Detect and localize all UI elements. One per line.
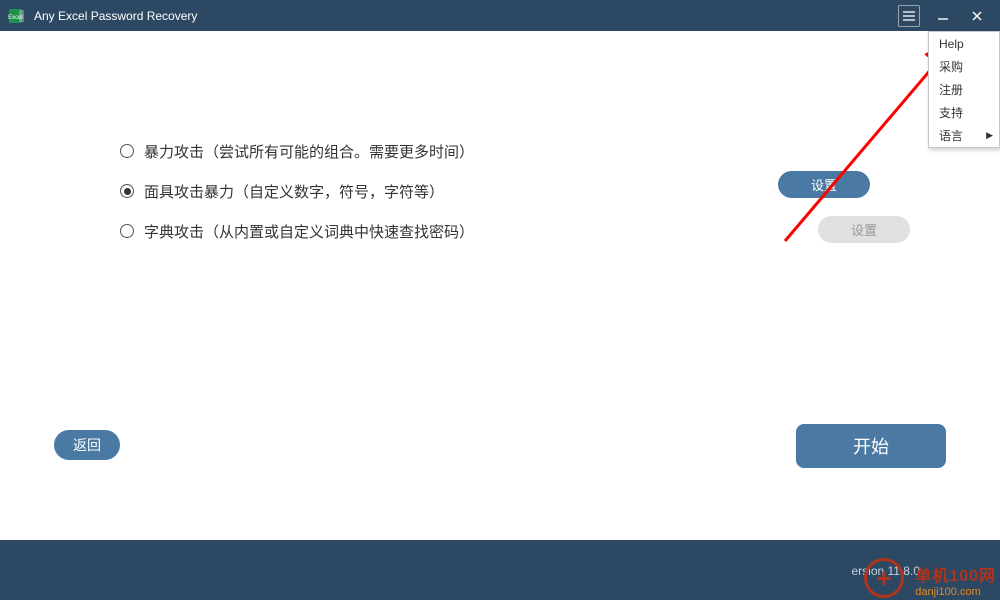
- watermark: + 单机100网 danji100.com: [915, 562, 996, 598]
- option-label: 字典攻击（从内置或自定义词典中快速查找密码）: [144, 221, 474, 242]
- option-label: 暴力攻击（尝试所有可能的组合。需要更多时间）: [144, 141, 474, 162]
- app-title: Any Excel Password Recovery: [34, 9, 898, 23]
- close-icon[interactable]: [966, 5, 988, 27]
- window-controls: [898, 5, 988, 27]
- option-mask-attack[interactable]: 面具攻击暴力（自定义数字，符号，字符等）: [120, 171, 474, 211]
- menu-item-support[interactable]: 支持: [929, 101, 999, 124]
- attack-options: 暴力攻击（尝试所有可能的组合。需要更多时间） 面具攻击暴力（自定义数字，符号，字…: [120, 131, 474, 251]
- main-menu-dropdown: Help 采购 注册 支持 语言 ▶: [928, 31, 1000, 148]
- option-brute-force[interactable]: 暴力攻击（尝试所有可能的组合。需要更多时间）: [120, 131, 474, 171]
- watermark-line2: danji100.com: [915, 586, 996, 598]
- app-excel-icon: Excel: [8, 7, 26, 25]
- watermark-ring-icon: +: [864, 558, 904, 598]
- radio-icon: [120, 144, 134, 158]
- back-button[interactable]: 返回: [54, 430, 120, 460]
- chevron-right-icon: ▶: [986, 130, 993, 141]
- settings-buttons: 设置 设置: [738, 171, 910, 243]
- menu-label: 语言: [939, 127, 963, 144]
- menu-item-register[interactable]: 注册: [929, 78, 999, 101]
- hamburger-menu-icon[interactable]: [898, 5, 920, 27]
- settings-dictionary-button: 设置: [818, 216, 910, 243]
- menu-item-purchase[interactable]: 采购: [929, 55, 999, 78]
- minimize-icon[interactable]: [932, 5, 954, 27]
- watermark-line1: 单机100网: [915, 562, 996, 586]
- option-label: 面具攻击暴力（自定义数字，符号，字符等）: [144, 181, 444, 202]
- menu-label: 支持: [939, 104, 963, 121]
- radio-icon: [120, 224, 134, 238]
- content-area: 暴力攻击（尝试所有可能的组合。需要更多时间） 面具攻击暴力（自定义数字，符号，字…: [0, 31, 1000, 540]
- menu-label: 注册: [939, 81, 963, 98]
- titlebar: Excel Any Excel Password Recovery: [0, 0, 1000, 31]
- bottom-left-actions: 返回: [54, 430, 120, 460]
- bottom-right-actions: 开始: [796, 424, 946, 468]
- radio-selected-icon: [120, 184, 134, 198]
- menu-label: 采购: [939, 58, 963, 75]
- menu-item-language[interactable]: 语言 ▶: [929, 124, 999, 147]
- menu-item-help[interactable]: Help: [929, 32, 999, 55]
- settings-mask-button[interactable]: 设置: [778, 171, 870, 198]
- menu-label: Help: [939, 37, 964, 51]
- start-button[interactable]: 开始: [796, 424, 946, 468]
- footer-bar: ersion 11.8.0: [0, 540, 1000, 600]
- option-dictionary-attack[interactable]: 字典攻击（从内置或自定义词典中快速查找密码）: [120, 211, 474, 251]
